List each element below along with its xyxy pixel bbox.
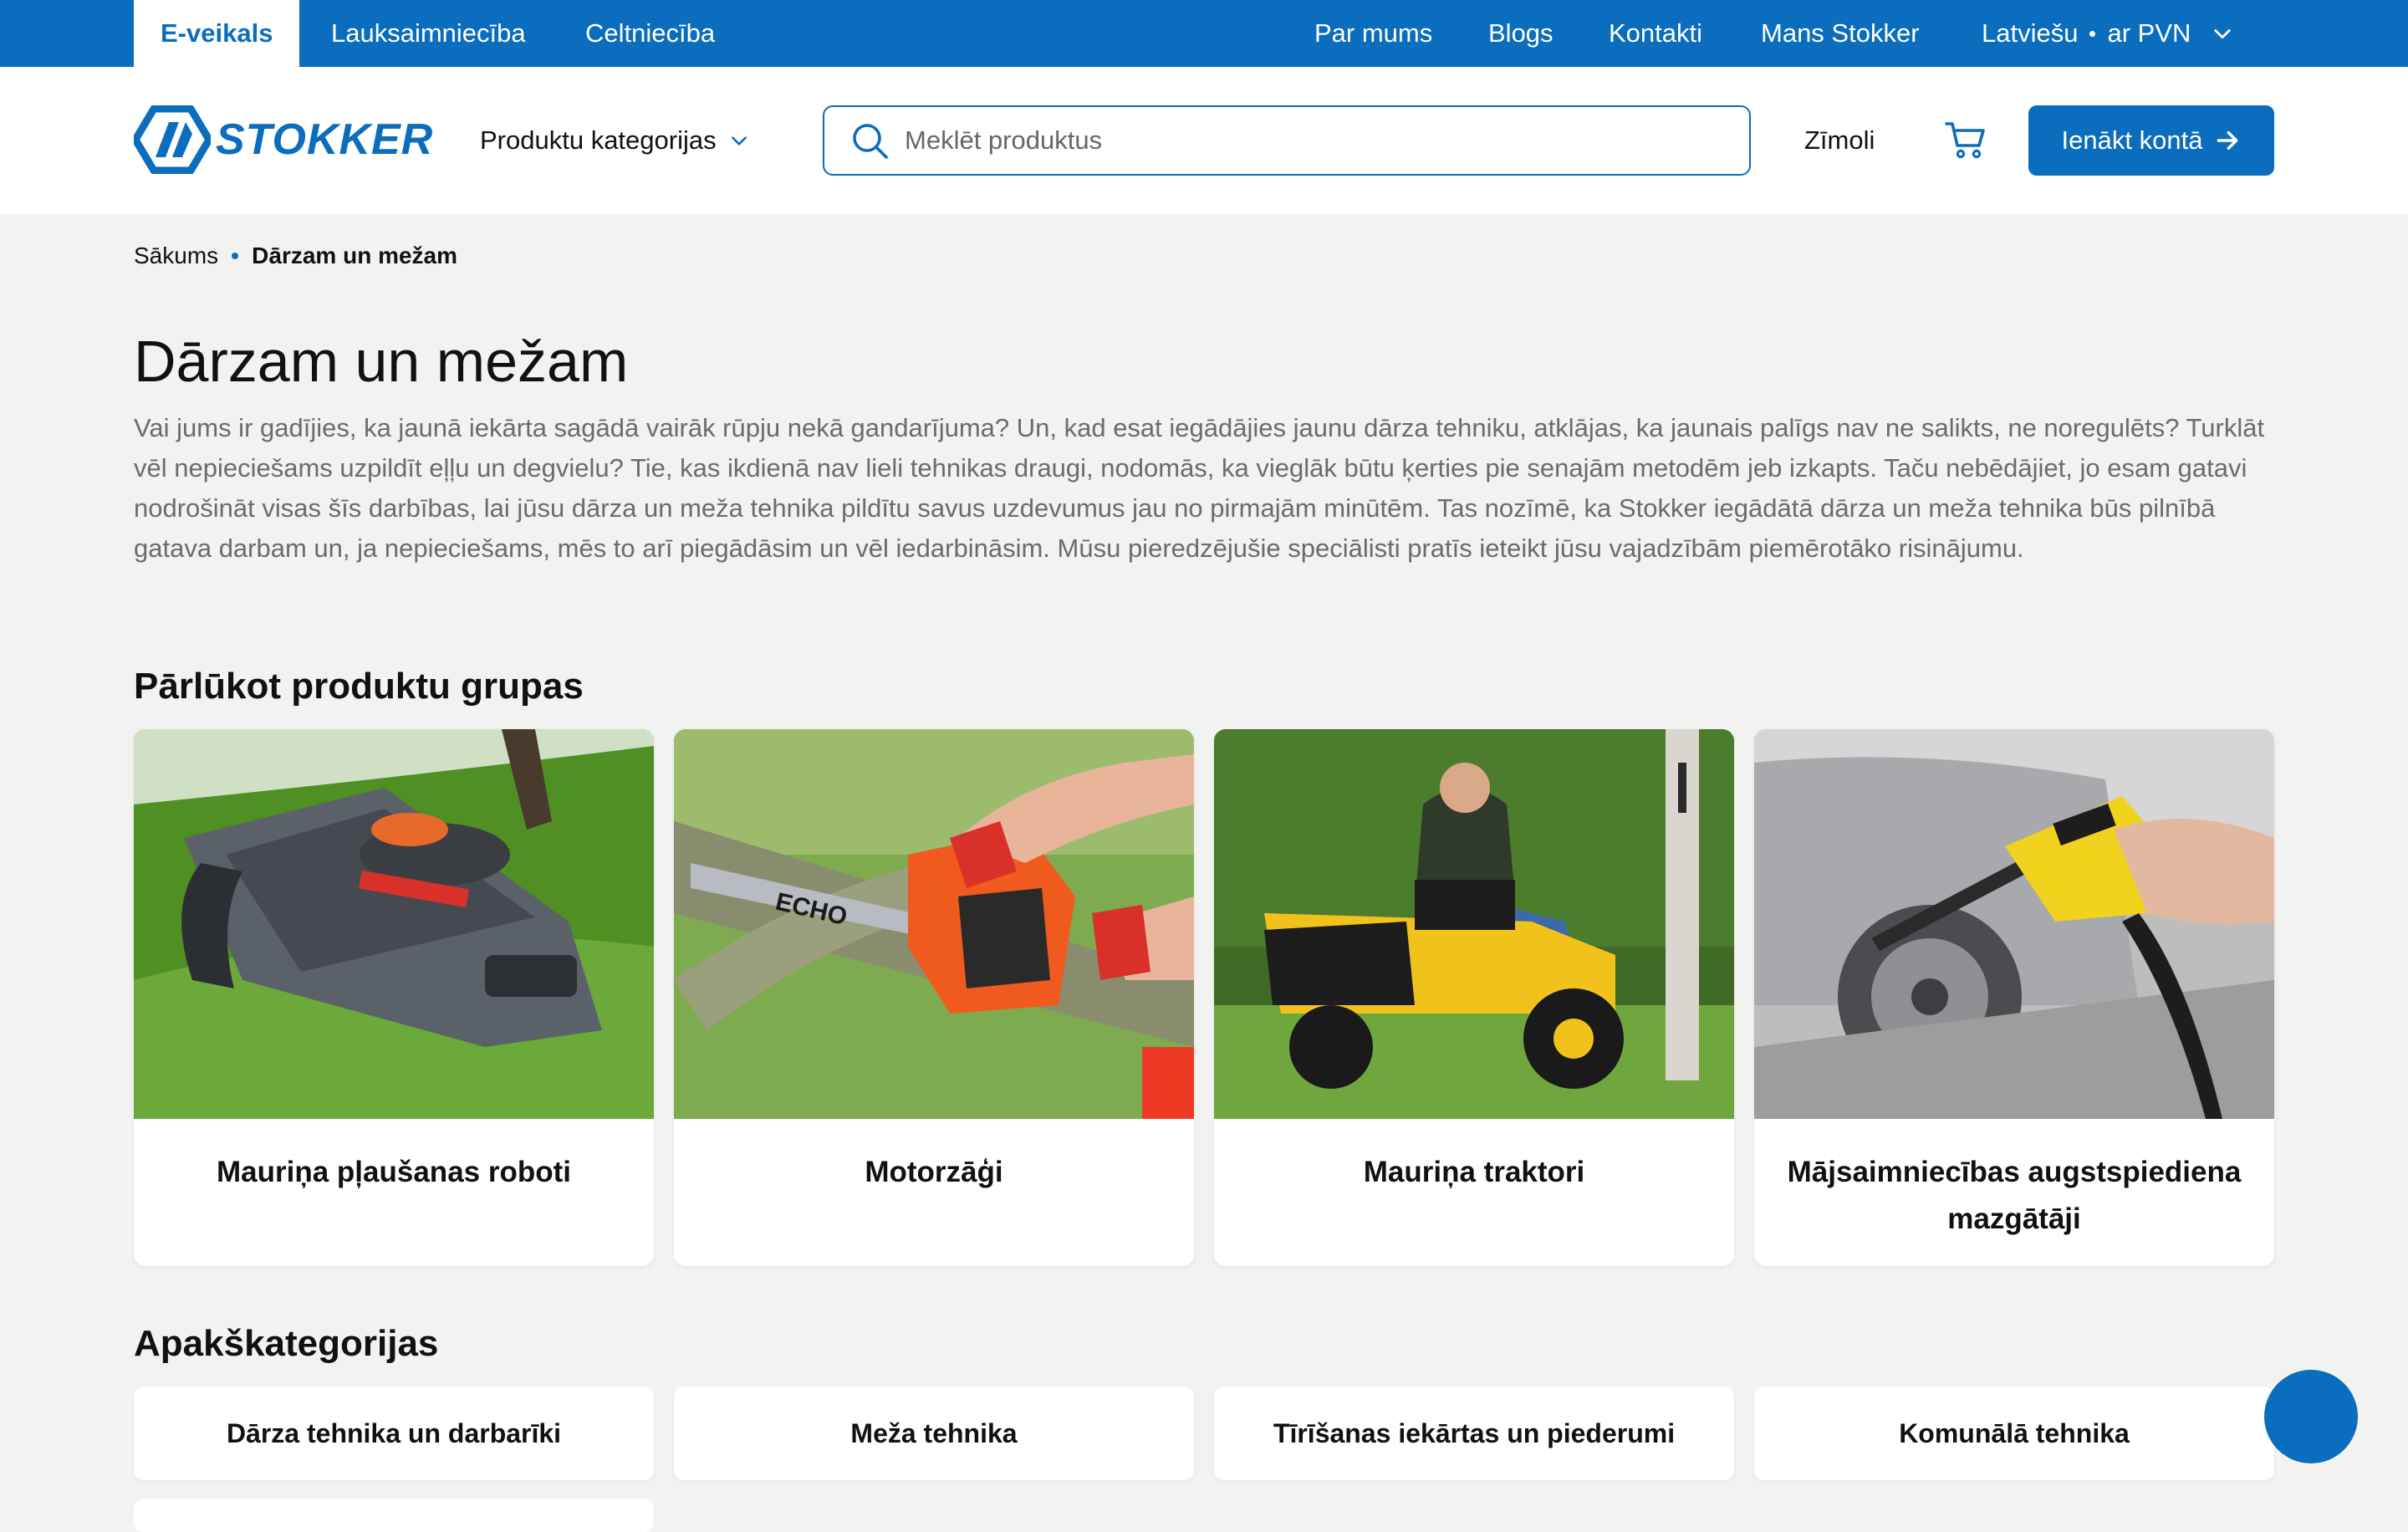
chainsaw-image: ECHO — [674, 729, 1194, 1119]
group-card-chainsaws[interactable]: ECHO Motorzāģi — [674, 729, 1194, 1266]
language-vat-selector[interactable]: Latviešu ar PVN — [1982, 0, 2234, 67]
stokker-logo[interactable]: STOKKER — [134, 105, 433, 174]
subcategories-title: Apakškategorijas — [134, 1323, 439, 1364]
page-intro: Vai jums ir gadījies, ka jaunā iekārta s… — [134, 413, 2265, 563]
link-my-stokker[interactable]: Mans Stokker — [1761, 0, 1920, 67]
page-title: Dārzam un mežam — [134, 329, 629, 394]
search-icon — [853, 124, 888, 159]
tab-e-shop[interactable]: E-veikals — [134, 0, 300, 67]
group-card-label: Mauriņa pļaušanas roboti — [217, 1156, 571, 1188]
chevron-down-icon — [731, 136, 747, 146]
link-blog[interactable]: Blogs — [1488, 0, 1553, 67]
search-input[interactable] — [905, 125, 1657, 156]
cart-button[interactable] — [1945, 120, 1988, 165]
tab-agriculture[interactable]: Lauksaimniecība — [331, 0, 526, 67]
robot-mower-image — [134, 729, 654, 1119]
vat-label: ar PVN — [2107, 18, 2191, 48]
product-categories-menu[interactable]: Produktu kategorijas — [480, 117, 750, 164]
group-card-label: Mauriņa traktori — [1363, 1156, 1585, 1188]
search-bar[interactable] — [823, 105, 1751, 176]
subcategory-cleaning[interactable]: Tīrīšanas iekārtas un piederumi — [1214, 1386, 1734, 1480]
link-about[interactable]: Par mums — [1314, 0, 1432, 67]
language-label: Latviešu — [1982, 18, 2079, 48]
subcategory-garden-tools[interactable]: Dārza tehnika un darbarīki — [134, 1386, 654, 1480]
group-card-robot-mowers[interactable]: Mauriņa pļaušanas roboti — [134, 729, 654, 1266]
subcategory-next-row — [134, 1499, 654, 1532]
product-categories-label: Produktu kategorijas — [480, 125, 717, 155]
breadcrumb: Sākums Dārzam un mežam — [134, 243, 457, 269]
login-label: Ienākt kontā — [2061, 125, 2203, 155]
login-button[interactable]: Ienākt kontā — [2028, 105, 2274, 176]
separator-dot — [2089, 30, 2096, 37]
brands-link[interactable]: Zīmoli — [1804, 117, 1875, 164]
breadcrumb-home[interactable]: Sākums — [134, 243, 218, 269]
group-card-label: Mājsaimniecības augstspiediena mazgātāji — [1787, 1156, 2242, 1235]
group-card-lawn-tractors[interactable]: Mauriņa traktori — [1214, 729, 1734, 1266]
breadcrumb-separator — [232, 253, 239, 259]
group-card-pressure-washers[interactable]: Mājsaimniecības augstspiediena mazgātāji — [1754, 729, 2274, 1266]
pressure-washer-image — [1754, 729, 2274, 1119]
arrow-right-icon — [2217, 130, 2238, 151]
group-card-label: Motorzāģi — [865, 1156, 1003, 1188]
product-groups-title: Pārlūkot produktu grupas — [134, 666, 584, 707]
stokker-logo-mark-icon — [134, 105, 211, 174]
cart-icon — [1945, 122, 1985, 159]
lawn-tractor-image — [1214, 729, 1734, 1119]
top-bar: E-veikals Lauksaimniecība Celtniecība Pa… — [0, 0, 2408, 67]
link-contacts[interactable]: Kontakti — [1609, 0, 1702, 67]
chevron-down-icon — [2214, 29, 2231, 39]
subcategory-forestry[interactable]: Meža tehnika — [674, 1386, 1194, 1480]
logo-wordmark: STOKKER — [216, 115, 434, 164]
subcategory-municipal[interactable]: Komunālā tehnika — [1754, 1386, 2274, 1480]
breadcrumb-current: Dārzam un mežam — [252, 243, 458, 268]
main-header: STOKKER Produktu kategorijas Zīmoli Ienā… — [0, 67, 2408, 214]
tab-construction[interactable]: Celtniecība — [585, 0, 715, 67]
chat-widget-button[interactable] — [2264, 1370, 2358, 1463]
